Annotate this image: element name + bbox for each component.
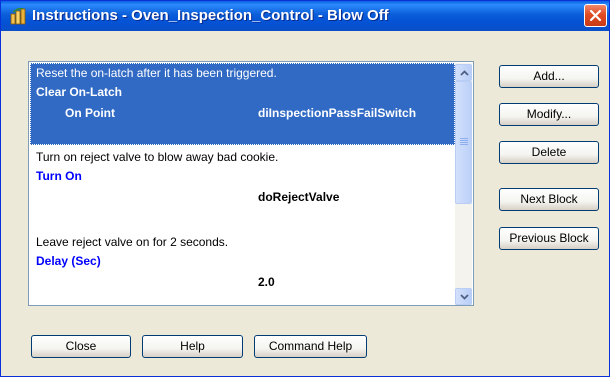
- vertical-scrollbar[interactable]: [455, 63, 472, 305]
- list-item[interactable]: Leave reject valve on for 2 seconds. Del…: [30, 233, 455, 305]
- instruction-command: Turn On: [36, 169, 82, 183]
- title-bar[interactable]: Instructions - Oven_Inspection_Control -…: [1, 1, 609, 31]
- delete-button[interactable]: Delete: [499, 141, 599, 164]
- instruction-param-value: doRejectValve: [258, 190, 340, 204]
- instructions-list[interactable]: Reset the on-latch after it has been tri…: [28, 61, 474, 306]
- command-help-button[interactable]: Command Help: [254, 335, 367, 358]
- list-item[interactable]: Turn on reject valve to blow away bad co…: [30, 148, 455, 230]
- instruction-comment: Turn on reject valve to blow away bad co…: [36, 150, 279, 164]
- close-icon: [589, 9, 602, 22]
- add-button[interactable]: Add...: [499, 65, 599, 88]
- modify-button[interactable]: Modify...: [499, 103, 599, 126]
- scroll-up-button[interactable]: [455, 64, 472, 81]
- instructions-dialog: Instructions - Oven_Inspection_Control -…: [0, 0, 610, 377]
- close-button[interactable]: Close: [31, 335, 131, 358]
- chevron-up-icon: [460, 70, 469, 76]
- next-block-button[interactable]: Next Block: [499, 188, 599, 211]
- instruction-comment: Reset the on-latch after it has been tri…: [36, 66, 277, 80]
- close-window-button[interactable]: [584, 4, 607, 27]
- instruction-comment: Leave reject valve on for 2 seconds.: [36, 235, 229, 249]
- previous-block-button[interactable]: Previous Block: [499, 227, 599, 250]
- instruction-param-value: 2.0: [258, 275, 275, 289]
- instruction-param-label: On Point: [65, 106, 115, 120]
- instruction-command: Clear On-Latch: [36, 85, 123, 99]
- scroll-thumb[interactable]: [455, 81, 472, 204]
- instruction-param-value: diInspectionPassFailSwitch: [258, 106, 417, 120]
- app-icon: [10, 7, 28, 25]
- help-button[interactable]: Help: [142, 335, 243, 358]
- list-item[interactable]: Reset the on-latch after it has been tri…: [30, 63, 455, 145]
- chevron-down-icon: [460, 294, 469, 300]
- scroll-down-button[interactable]: [455, 288, 472, 305]
- window-title: Instructions - Oven_Inspection_Control -…: [32, 7, 389, 24]
- instruction-command: Delay (Sec): [36, 254, 101, 268]
